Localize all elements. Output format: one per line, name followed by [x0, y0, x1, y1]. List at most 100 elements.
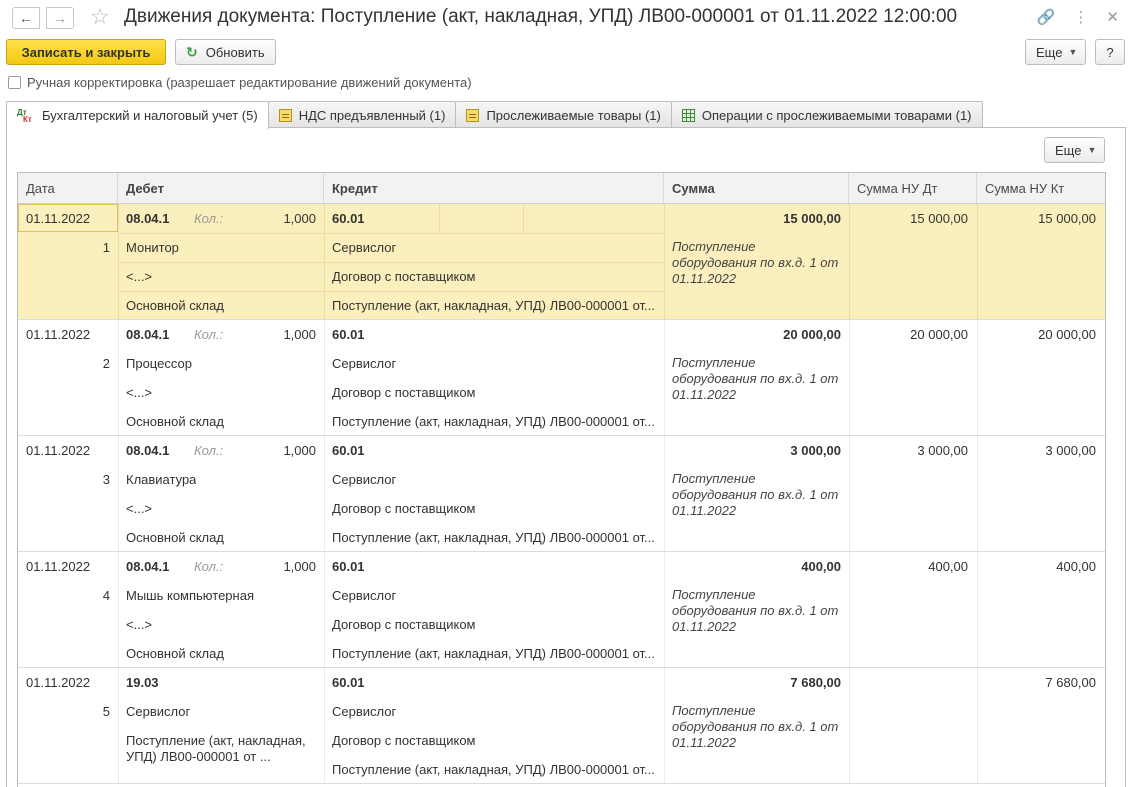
sum-nu-dt-cell[interactable]: 15 000,00: [850, 211, 968, 226]
debit-account[interactable]: 08.04.1: [126, 443, 169, 458]
content-line-3[interactable]: 01.11.2022: [672, 619, 736, 635]
credit-subconto-3[interactable]: Поступление (акт, накладная, УПД) ЛВ00-0…: [332, 414, 658, 429]
debit-subconto-3[interactable]: Основной склад: [126, 298, 224, 313]
debit-account[interactable]: 08.04.1: [126, 327, 169, 342]
credit-subconto-3[interactable]: Поступление (акт, накладная, УПД) ЛВ00-0…: [332, 530, 658, 545]
forward-button[interactable]: →: [46, 7, 74, 29]
sum-nu-dt-cell[interactable]: 3 000,00: [850, 443, 968, 458]
content-line-2[interactable]: оборудования по вх.д. 1 от: [672, 603, 838, 619]
sum-nu-dt-cell[interactable]: 20 000,00: [850, 327, 968, 342]
manual-edit-label[interactable]: Ручная корректировка (разрешает редактир…: [27, 75, 472, 90]
date-cell[interactable]: 01.11.2022: [26, 559, 90, 574]
tab-traceable-goods[interactable]: Прослеживаемые товары (1): [455, 101, 672, 128]
help-button[interactable]: ?: [1095, 39, 1125, 65]
sum-cell[interactable]: 20 000,00: [672, 327, 841, 342]
col-sum-nu-dt[interactable]: Сумма НУ Дт: [849, 173, 977, 203]
debit-subconto-1[interactable]: Клавиатура: [126, 472, 196, 487]
debit-subconto-2[interactable]: <...>: [126, 385, 152, 400]
sum-nu-kt-cell[interactable]: 7 680,00: [978, 675, 1096, 690]
debit-subconto-2[interactable]: <...>: [126, 501, 152, 516]
credit-subconto-1[interactable]: Сервислог: [332, 588, 396, 603]
debit-account[interactable]: 19.03: [126, 675, 159, 690]
save-and-close-button[interactable]: Записать и закрыть: [6, 39, 166, 65]
debit-subconto-3[interactable]: Основной склад: [126, 646, 224, 661]
credit-subconto-2[interactable]: Договор с поставщиком: [332, 385, 475, 400]
content-line-3[interactable]: 01.11.2022: [672, 271, 736, 287]
content-line-1[interactable]: Поступление: [672, 355, 756, 371]
debit-subconto-3[interactable]: Основной склад: [126, 530, 224, 545]
qty-value[interactable]: 1,000: [248, 443, 316, 458]
back-button[interactable]: ←: [12, 7, 40, 29]
manual-edit-checkbox[interactable]: [8, 76, 21, 89]
sum-nu-kt-cell[interactable]: 20 000,00: [978, 327, 1096, 342]
col-sum-nu-kt[interactable]: Сумма НУ Кт: [977, 173, 1105, 203]
date-cell[interactable]: 01.11.2022: [26, 327, 90, 342]
credit-account[interactable]: 60.01: [332, 675, 365, 690]
credit-subconto-1[interactable]: Сервислог: [332, 356, 396, 371]
debit-subconto-3[interactable]: Основной склад: [126, 414, 224, 429]
table-row[interactable]: 01.11.2022 3 08.04.1 Кол.: 1,000 Клавиатура <.…: [18, 436, 1105, 552]
credit-subconto-1[interactable]: Сервислог: [332, 472, 396, 487]
table-row[interactable]: 01.11.2022 5 19.03 Сервислог Поступление (ак…: [18, 668, 1105, 784]
more-menu-button[interactable]: Еще ▼: [1025, 39, 1086, 65]
credit-account[interactable]: 60.01: [332, 559, 365, 574]
date-cell[interactable]: 01.11.2022: [26, 443, 90, 458]
content-line-3[interactable]: 01.11.2022: [672, 503, 736, 519]
credit-account[interactable]: 60.01: [332, 327, 365, 342]
content-line-3[interactable]: 01.11.2022: [672, 735, 736, 751]
more-vertical-icon[interactable]: ⋮: [1073, 8, 1088, 26]
col-sum[interactable]: Сумма: [664, 173, 849, 203]
debit-subconto-1[interactable]: Сервислог: [126, 704, 190, 719]
credit-subconto-3[interactable]: Поступление (акт, накладная, УПД) ЛВ00-0…: [332, 646, 658, 661]
credit-subconto-3[interactable]: Поступление (акт, накладная, УПД) ЛВ00-0…: [332, 762, 658, 777]
credit-account[interactable]: 60.01: [332, 211, 365, 226]
credit-subconto-1[interactable]: Сервислог: [332, 704, 396, 719]
grid-more-menu-button[interactable]: Еще ▼: [1044, 137, 1105, 163]
date-cell[interactable]: 01.11.2022: [26, 211, 90, 226]
qty-value[interactable]: 1,000: [248, 211, 316, 226]
favorite-star-icon[interactable]: ☆: [90, 4, 110, 30]
debit-subconto-2[interactable]: <...>: [126, 269, 152, 284]
credit-subconto-2[interactable]: Договор с поставщиком: [332, 617, 475, 632]
credit-subconto-2[interactable]: Договор с поставщиком: [332, 501, 475, 516]
credit-subconto-3[interactable]: Поступление (акт, накладная, УПД) ЛВ00-0…: [332, 298, 658, 313]
qty-value[interactable]: 1,000: [248, 559, 316, 574]
col-credit[interactable]: Кредит: [324, 173, 664, 203]
sum-cell[interactable]: 400,00: [672, 559, 841, 574]
debit-subconto-1[interactable]: Монитор: [126, 240, 179, 255]
movements-table[interactable]: Дата Дебет Кредит Сумма Сумма НУ Дт Сумм…: [17, 172, 1106, 787]
tab-traceable-operations[interactable]: Операции с прослеживаемыми товарами (1): [670, 101, 983, 128]
content-line-2[interactable]: оборудования по вх.д. 1 от: [672, 255, 838, 271]
debit-subconto-1[interactable]: Мышь компьютерная: [126, 588, 254, 603]
content-line-3[interactable]: 01.11.2022: [672, 387, 736, 403]
content-line-1[interactable]: Поступление: [672, 703, 756, 719]
credit-account[interactable]: 60.01: [332, 443, 365, 458]
tab-vat[interactable]: НДС предъявленный (1): [267, 101, 457, 128]
debit-subconto-2[interactable]: Поступление (акт, накладная,: [126, 733, 306, 748]
content-line-1[interactable]: Поступление: [672, 471, 756, 487]
sum-cell[interactable]: 7 680,00: [672, 675, 841, 690]
table-row[interactable]: 01.11.2022 4 08.04.1 Кол.: 1,000 Мышь компьют…: [18, 552, 1105, 668]
sum-nu-kt-cell[interactable]: 15 000,00: [978, 211, 1096, 226]
content-line-2[interactable]: оборудования по вх.д. 1 от: [672, 487, 838, 503]
credit-subconto-1[interactable]: Сервислог: [332, 240, 396, 255]
refresh-button[interactable]: ↻ Обновить: [175, 39, 276, 65]
date-cell[interactable]: 01.11.2022: [26, 675, 90, 690]
credit-subconto-2[interactable]: Договор с поставщиком: [332, 269, 475, 284]
qty-value[interactable]: 1,000: [248, 327, 316, 342]
debit-subconto-1[interactable]: Процессор: [126, 356, 192, 371]
debit-account[interactable]: 08.04.1: [126, 211, 169, 226]
content-line-2[interactable]: оборудования по вх.д. 1 от: [672, 719, 838, 735]
content-line-1[interactable]: Поступление: [672, 239, 756, 255]
sum-cell[interactable]: 3 000,00: [672, 443, 841, 458]
credit-subconto-2[interactable]: Договор с поставщиком: [332, 733, 475, 748]
debit-subconto-3[interactable]: УПД) ЛВ00-000001 от ...: [126, 749, 271, 764]
debit-subconto-2[interactable]: <...>: [126, 617, 152, 632]
sum-cell[interactable]: 15 000,00: [672, 211, 841, 226]
tab-accounting[interactable]: Дт Кт Бухгалтерский и налоговый учет (5): [6, 101, 269, 129]
table-row[interactable]: 01.11.2022 2 08.04.1 Кол.: 1,000 Процессор <..…: [18, 320, 1105, 436]
debit-account[interactable]: 08.04.1: [126, 559, 169, 574]
sum-nu-kt-cell[interactable]: 3 000,00: [978, 443, 1096, 458]
content-line-1[interactable]: Поступление: [672, 587, 756, 603]
col-date[interactable]: Дата: [18, 173, 118, 203]
